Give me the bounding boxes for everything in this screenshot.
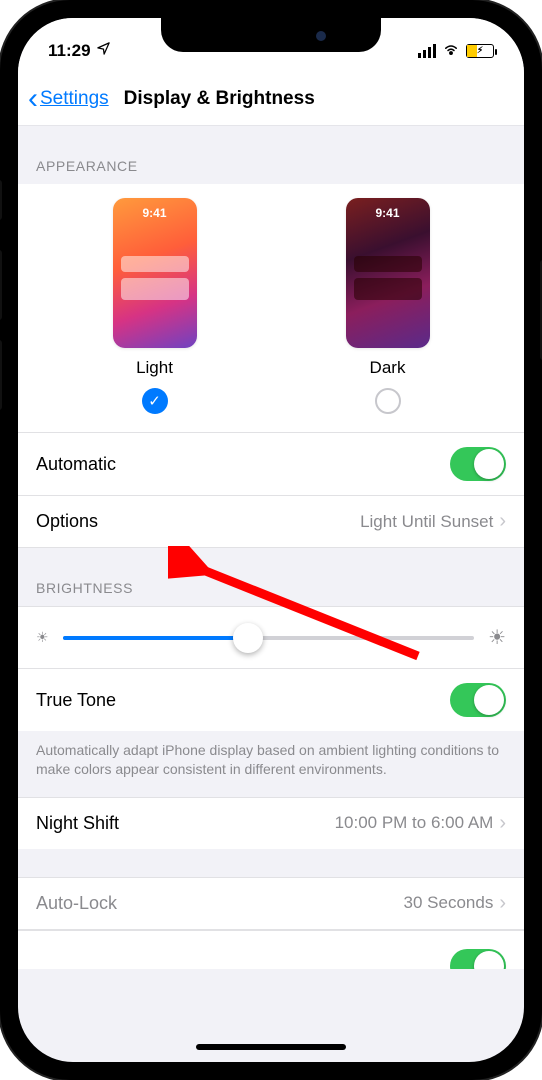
chevron-right-icon: › — [499, 892, 506, 915]
section-header-appearance: APPEARANCE — [18, 126, 524, 184]
true-tone-footer: Automatically adapt iPhone display based… — [18, 731, 524, 797]
appearance-mode-light[interactable]: 9:41 Light ✓ — [80, 198, 230, 414]
row-auto-lock[interactable]: Auto-Lock 30 Seconds › — [18, 877, 524, 930]
automatic-toggle[interactable] — [450, 447, 506, 481]
appearance-panel: 9:41 Light ✓ 9:41 Dark — [18, 184, 524, 432]
appearance-mode-dark[interactable]: 9:41 Dark — [313, 198, 463, 414]
screen: 11:29 ⚡︎ ‹ Set — [18, 18, 524, 1062]
chevron-left-icon: ‹ — [28, 84, 38, 114]
cellular-signal-icon — [418, 44, 436, 58]
chevron-right-icon: › — [499, 812, 506, 835]
navigation-bar: ‹ Settings Display & Brightness — [18, 72, 524, 126]
row-partial-next — [18, 930, 524, 969]
wifi-icon — [442, 42, 460, 61]
automatic-label: Automatic — [36, 454, 116, 475]
dark-label: Dark — [370, 358, 406, 378]
brightness-high-icon: ☀︎ — [488, 625, 506, 650]
preview-time-light: 9:41 — [113, 206, 197, 220]
row-true-tone: True Tone — [18, 668, 524, 731]
notch — [161, 18, 381, 52]
true-tone-label: True Tone — [36, 690, 116, 711]
brightness-low-icon: ☀︎ — [36, 629, 49, 646]
home-indicator[interactable] — [196, 1044, 346, 1050]
volume-up-button — [0, 250, 2, 320]
brightness-slider-row: ☀︎ ☀︎ — [18, 606, 524, 668]
night-shift-value: 10:00 PM to 6:00 AM — [335, 813, 494, 833]
chevron-right-icon: › — [499, 510, 506, 533]
options-value: Light Until Sunset — [360, 512, 493, 532]
page-title: Display & Brightness — [124, 88, 315, 110]
light-label: Light — [136, 358, 173, 378]
back-label: Settings — [40, 88, 109, 110]
radio-empty-icon — [375, 388, 401, 414]
section-header-brightness: BRIGHTNESS — [18, 548, 524, 606]
night-shift-label: Night Shift — [36, 813, 119, 834]
preview-dark: 9:41 — [346, 198, 430, 348]
brightness-slider[interactable] — [63, 636, 475, 640]
mute-switch — [0, 180, 2, 220]
location-services-icon — [96, 41, 111, 61]
row-automatic: Automatic — [18, 432, 524, 495]
preview-time-dark: 9:41 — [346, 206, 430, 220]
back-button[interactable]: ‹ Settings — [28, 84, 109, 114]
partial-toggle[interactable] — [450, 949, 506, 969]
auto-lock-value: 30 Seconds — [404, 893, 494, 913]
phone-device-frame: 11:29 ⚡︎ ‹ Set — [0, 0, 542, 1080]
auto-lock-label: Auto-Lock — [36, 893, 117, 914]
true-tone-toggle[interactable] — [450, 683, 506, 717]
row-night-shift[interactable]: Night Shift 10:00 PM to 6:00 AM › — [18, 797, 524, 849]
options-label: Options — [36, 511, 98, 532]
battery-icon: ⚡︎ — [466, 44, 494, 58]
status-time: 11:29 — [48, 41, 91, 61]
row-options[interactable]: Options Light Until Sunset › — [18, 495, 524, 548]
preview-light: 9:41 — [113, 198, 197, 348]
volume-down-button — [0, 340, 2, 410]
radio-checked-icon: ✓ — [142, 388, 168, 414]
